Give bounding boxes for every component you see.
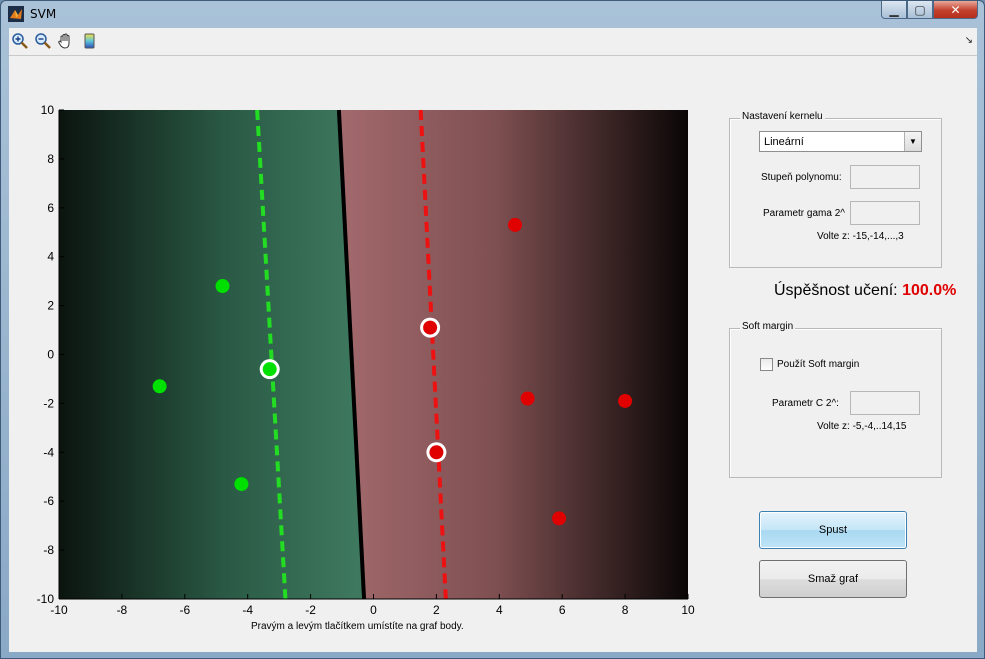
maximize-button[interactable]: ▢ (907, 1, 933, 19)
red-data-point (508, 217, 523, 232)
title-bar[interactable]: SVM ▁ ▢ ✕ (1, 1, 984, 27)
green-data-point (152, 379, 167, 394)
minimize-button[interactable]: ▁ (881, 1, 907, 19)
green-data-point (215, 279, 230, 294)
accuracy-readout: Úspěšnost učení: 100.0% (774, 282, 956, 300)
y-tick-label: 8 (47, 152, 54, 166)
kernel-select-value: Lineární (764, 136, 804, 148)
gamma-hint: Volte z: -15,-14,...,3 (817, 231, 904, 242)
kernel-select[interactable]: Lineární ▼ (759, 131, 922, 152)
y-tick-label: 0 (47, 348, 54, 362)
matlab-icon (8, 6, 24, 22)
y-tick-label: -6 (43, 494, 54, 508)
clear-graph-button[interactable]: Smaž graf (759, 560, 907, 598)
c-param-input[interactable] (850, 391, 920, 415)
x-tick-label: 2 (433, 603, 440, 617)
maximize-icon: ▢ (914, 2, 926, 17)
x-tick-label: -4 (242, 603, 253, 617)
zoom-out-icon[interactable] (34, 32, 52, 50)
soft-margin-panel-title: Soft margin (740, 321, 796, 332)
y-tick-label: -4 (43, 445, 54, 459)
minimize-icon: ▁ (889, 2, 899, 17)
y-tick-label: 10 (41, 103, 55, 117)
svm-plot[interactable]: -10 -8 -6 -4 -2 0 2 4 6 8 10-10-8-6-4-20246810 (9, 56, 709, 636)
red-data-point (618, 393, 633, 408)
pan-hand-icon[interactable] (57, 32, 75, 50)
green-support-vector-point (262, 362, 277, 377)
c-param-label: Parametr C 2^: (772, 398, 839, 409)
close-icon: ✕ (950, 2, 961, 17)
soft-margin-checkbox[interactable] (760, 358, 773, 371)
zoom-in-icon[interactable] (11, 32, 29, 50)
gamma-label: Parametr gama 2^ (763, 208, 845, 219)
x-tick-label: 10 (681, 603, 695, 617)
c-param-hint: Volte z: -5,-4,..14,15 (817, 421, 907, 432)
red-support-vector-point (429, 445, 444, 460)
plot-caption: Pravým a levým tlačítkem umístíte na gra… (251, 621, 464, 632)
x-tick-label: 6 (559, 603, 566, 617)
green-class-region (59, 110, 365, 599)
y-tick-label: -8 (43, 543, 54, 557)
x-tick-label: -2 (305, 603, 316, 617)
app-window: SVM ▁ ▢ ✕ ↘ -10 -8 -6 -4 -2 0 2 4 6 8 10 -10 -8 -6 -4-… (0, 0, 985, 659)
close-button[interactable]: ✕ (933, 1, 978, 19)
degree-label: Stupeň polynomu: (761, 172, 842, 183)
kernel-settings-panel: Nastavení kernelu Lineární ▼ Stupeň poly… (729, 111, 942, 268)
red-support-vector-point (423, 320, 438, 335)
figure-client-area: -10 -8 -6 -4 -2 0 2 4 6 8 10 -10 -8 -6 -4 -2 0 2 4 6 8 10 Pra… (9, 56, 977, 652)
soft-margin-checkbox-label[interactable]: Použít Soft margin (777, 359, 859, 370)
y-tick-label: 4 (47, 250, 54, 264)
window-title: SVM (30, 7, 57, 21)
red-class-region (338, 110, 688, 599)
accuracy-label: Úspěšnost učení: (774, 282, 898, 299)
chevron-down-icon[interactable]: ▼ (904, 132, 921, 151)
soft-margin-panel: Soft margin Použít Soft margin Parametr … (729, 321, 942, 478)
x-tick-label: 4 (496, 603, 503, 617)
red-data-point (520, 391, 535, 406)
degree-input[interactable] (850, 165, 920, 189)
x-tick-label: -6 (179, 603, 190, 617)
y-tick-label: 6 (47, 201, 54, 215)
x-tick-label: -8 (117, 603, 128, 617)
run-button[interactable]: Spust (759, 511, 907, 549)
x-tick-label: 0 (370, 603, 377, 617)
toolbar-overflow-icon[interactable]: ↘ (965, 35, 973, 46)
red-data-point (552, 511, 567, 526)
gamma-input[interactable] (850, 201, 920, 225)
colorbar-icon[interactable] (81, 32, 99, 50)
green-data-point (234, 477, 249, 492)
y-tick-label: -10 (37, 592, 55, 606)
x-tick-label: 8 (622, 603, 629, 617)
y-tick-label: 2 (47, 299, 54, 313)
y-tick-label: -2 (43, 396, 54, 410)
kernel-panel-title: Nastavení kernelu (740, 111, 825, 122)
figure-toolbar: ↘ (9, 28, 977, 56)
accuracy-value: 100.0% (902, 282, 957, 299)
